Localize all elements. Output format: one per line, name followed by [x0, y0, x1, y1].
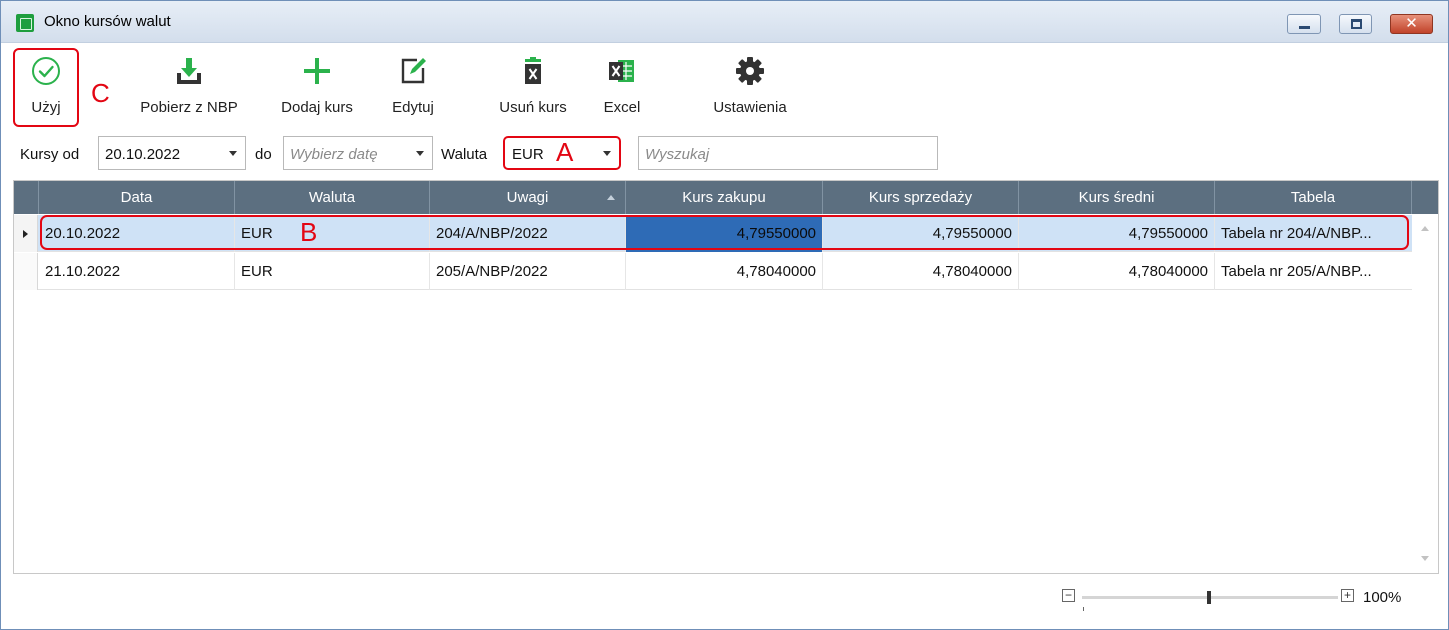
header-scroll-spacer: [1412, 181, 1438, 214]
zoom-percent: 100%: [1363, 589, 1402, 606]
maximize-button[interactable]: [1339, 14, 1372, 34]
window-title: Okno kursów walut: [44, 13, 171, 30]
settings-button[interactable]: Ustawienia: [701, 43, 799, 130]
header-waluta[interactable]: Waluta: [235, 181, 430, 214]
cell-kurs-sredni[interactable]: 4,78040000: [1019, 253, 1215, 290]
close-button[interactable]: ✕: [1390, 14, 1433, 34]
filter-bar: Kursy od 20.10.2022 do Wybierz datę Walu…: [1, 130, 1448, 178]
app-icon: [16, 14, 34, 32]
annotation-b-label: B: [300, 217, 318, 247]
header-kurs-sredni[interactable]: Kurs średni: [1019, 181, 1215, 214]
scroll-down-icon[interactable]: [1421, 556, 1429, 561]
sort-ascending-icon: [607, 195, 615, 200]
settings-button-label: Ustawienia: [713, 99, 787, 116]
download-nbp-button-label: Pobierz z NBP: [140, 99, 238, 116]
excel-button[interactable]: Excel: [595, 43, 649, 130]
close-icon: ✕: [1405, 15, 1418, 32]
annotation-b-highlight: [40, 215, 1409, 250]
annotation-c-highlight: [13, 48, 79, 127]
chevron-down-icon: [603, 151, 611, 156]
current-row-arrow-icon: [23, 230, 28, 238]
rates-grid: Data Waluta Uwagi Kurs zakupu Kurs sprze…: [13, 180, 1439, 574]
edit-icon: [401, 58, 426, 84]
search-input[interactable]: Wyszukaj: [638, 136, 938, 170]
search-placeholder: Wyszukaj: [645, 146, 710, 163]
delete-rate-button-label: Usuń kurs: [499, 99, 567, 116]
status-bar: − + 100%: [1, 575, 1448, 629]
currency-select[interactable]: EUR A: [503, 136, 621, 170]
header-data[interactable]: Data: [39, 181, 235, 214]
header-tabela[interactable]: Tabela: [1215, 181, 1412, 214]
header-kurs-sprzedazy[interactable]: Kurs sprzedaży: [823, 181, 1019, 214]
toolbar: Użyj Pobierz z NBP Dodaj kurs Edytuj Usu…: [1, 43, 1448, 130]
annotation-a-label: A: [556, 137, 574, 167]
currency-rates-window: Okno kursów walut ✕ Użyj Pobierz z NBP D…: [0, 0, 1449, 630]
cell-kurs-sprzedazy[interactable]: 4,78040000: [823, 253, 1019, 290]
vertical-scrollbar[interactable]: [1412, 214, 1438, 573]
chevron-down-icon: [229, 151, 237, 156]
cell-tabela[interactable]: Tabela nr 205/A/NBP...: [1215, 253, 1412, 290]
cell-kurs-zakupu[interactable]: 4,78040000: [626, 253, 823, 290]
chevron-down-icon: [416, 151, 424, 156]
grid-header: Data Waluta Uwagi Kurs zakupu Kurs sprze…: [14, 181, 1438, 214]
date-from-value: 20.10.2022: [105, 146, 181, 163]
add-rate-button[interactable]: Dodaj kurs: [268, 43, 366, 130]
title-bar: Okno kursów walut ✕: [1, 1, 1448, 43]
excel-icon: [609, 60, 634, 82]
zoom-in-button[interactable]: +: [1341, 589, 1354, 602]
edit-button-label: Edytuj: [392, 99, 434, 116]
add-rate-button-label: Dodaj kurs: [281, 99, 353, 116]
cell-uwagi[interactable]: 205/A/NBP/2022: [430, 253, 626, 290]
zoom-slider-thumb[interactable]: [1207, 591, 1211, 604]
trash-icon: [525, 57, 541, 84]
cell-data[interactable]: 21.10.2022: [39, 253, 235, 290]
scroll-up-icon[interactable]: [1421, 226, 1429, 231]
cell-waluta[interactable]: EUR: [235, 253, 430, 290]
gear-icon: [736, 57, 764, 85]
header-uwagi[interactable]: Uwagi: [430, 181, 626, 214]
delete-rate-button[interactable]: Usuń kurs: [487, 43, 579, 130]
download-icon: [177, 58, 201, 84]
zoom-slider-tick: [1083, 607, 1084, 611]
annotation-c-label: C: [91, 78, 110, 108]
date-from-picker[interactable]: 20.10.2022: [98, 136, 246, 170]
row-indicator: [14, 215, 38, 252]
currency-value: EUR: [512, 146, 544, 163]
date-from-label: Kursy od: [20, 146, 80, 163]
header-kurs-zakupu[interactable]: Kurs zakupu: [626, 181, 823, 214]
edit-button[interactable]: Edytuj: [381, 43, 445, 130]
minimize-button[interactable]: [1287, 14, 1321, 34]
plus-icon: [304, 58, 330, 84]
header-indicator-cell: [14, 181, 39, 214]
download-nbp-button[interactable]: Pobierz z NBP: [126, 43, 252, 130]
date-to-label: do: [255, 146, 272, 163]
currency-label: Waluta: [441, 146, 488, 163]
header-uwagi-label: Uwagi: [506, 189, 549, 206]
date-to-placeholder: Wybierz datę: [290, 146, 378, 163]
zoom-out-button[interactable]: −: [1062, 589, 1075, 602]
table-row[interactable]: 21.10.2022 EUR 205/A/NBP/2022 4,78040000…: [14, 253, 1412, 290]
date-to-picker[interactable]: Wybierz datę: [283, 136, 433, 170]
excel-button-label: Excel: [603, 99, 641, 116]
maximize-icon: [1351, 19, 1362, 29]
minimize-icon: [1299, 26, 1310, 29]
row-indicator: [14, 253, 38, 290]
